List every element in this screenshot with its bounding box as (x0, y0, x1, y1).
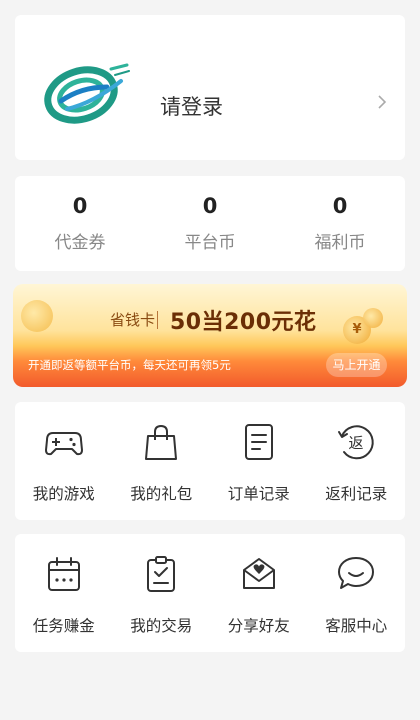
voucher-count: 0 (72, 194, 88, 218)
chevron-right-icon (378, 95, 387, 109)
promo-subtitle: 开通即返等额平台币，每天还可再领5元 (28, 358, 231, 372)
share-envelope-icon (242, 558, 275, 589)
wallet-stats-card: 0 代金券 0 平台币 0 福利币 (15, 176, 405, 271)
menu-label: 我的礼包 (130, 485, 193, 503)
gamepad-icon (44, 432, 83, 456)
menu-item-my-gifts[interactable]: 我的礼包 (113, 402, 211, 520)
menu-item-rebate-records[interactable]: 返 返利记录 (308, 402, 406, 520)
menu-grid-secondary: 任务赚金 我的交易 分享好友 客服中心 (15, 534, 405, 652)
welfare-coin-label: 福利币 (314, 233, 366, 253)
menu-item-customer-service[interactable]: 客服中心 (308, 534, 406, 652)
login-card[interactable]: 请登录 (15, 15, 405, 160)
order-list-icon (244, 424, 273, 460)
rebate-icon: 返 (338, 425, 374, 460)
calendar-task-icon (47, 557, 80, 591)
menu-item-my-games[interactable]: 我的游戏 (15, 402, 113, 520)
coin-decoration-icon (363, 308, 383, 328)
chat-bubble-icon (338, 557, 375, 589)
menu-item-task-earn[interactable]: 任务赚金 (15, 534, 113, 652)
rebate-glyph: 返 (349, 434, 364, 452)
login-label[interactable]: 请登录 (160, 91, 223, 121)
menu-item-my-trades[interactable]: 我的交易 (113, 534, 211, 652)
activate-now-button[interactable]: 马上开通 (326, 353, 387, 377)
promo-divider (157, 311, 158, 329)
stat-vouchers[interactable]: 0 代金券 (15, 176, 145, 271)
menu-label: 客服中心 (325, 617, 388, 635)
menu-item-share-friends[interactable]: 分享好友 (210, 534, 308, 652)
clipboard-check-icon (147, 556, 176, 592)
coin-decoration-icon (21, 300, 53, 332)
coin-symbol: ¥ (352, 322, 362, 337)
menu-label: 返利记录 (325, 485, 388, 503)
stat-platform-coins[interactable]: 0 平台币 (145, 176, 275, 271)
promo-headline: 50当200元花 (170, 310, 317, 335)
welfare-coin-count: 0 (332, 194, 348, 218)
menu-label: 分享好友 (227, 617, 290, 635)
platform-coin-count: 0 (202, 194, 218, 218)
menu-label: 我的游戏 (32, 485, 95, 503)
menu-item-order-records[interactable]: 订单记录 (210, 402, 308, 520)
menu-label: 我的交易 (130, 617, 193, 635)
savings-card-banner[interactable]: 省钱卡 50当200元花 ¥ 开通即返等额平台币，每天还可再领5元 马上开通 (13, 284, 407, 387)
gift-bag-icon (145, 424, 178, 460)
app-logo (44, 63, 130, 124)
menu-label: 订单记录 (227, 485, 290, 503)
menu-label: 任务赚金 (32, 617, 95, 635)
stat-welfare-coins[interactable]: 0 福利币 (275, 176, 405, 271)
promo-card-name: 省钱卡 (110, 311, 156, 329)
platform-coin-label: 平台币 (184, 233, 236, 253)
menu-grid-primary: 我的游戏 我的礼包 订单记录 返 返利记录 (15, 402, 405, 520)
voucher-label: 代金券 (54, 233, 106, 253)
